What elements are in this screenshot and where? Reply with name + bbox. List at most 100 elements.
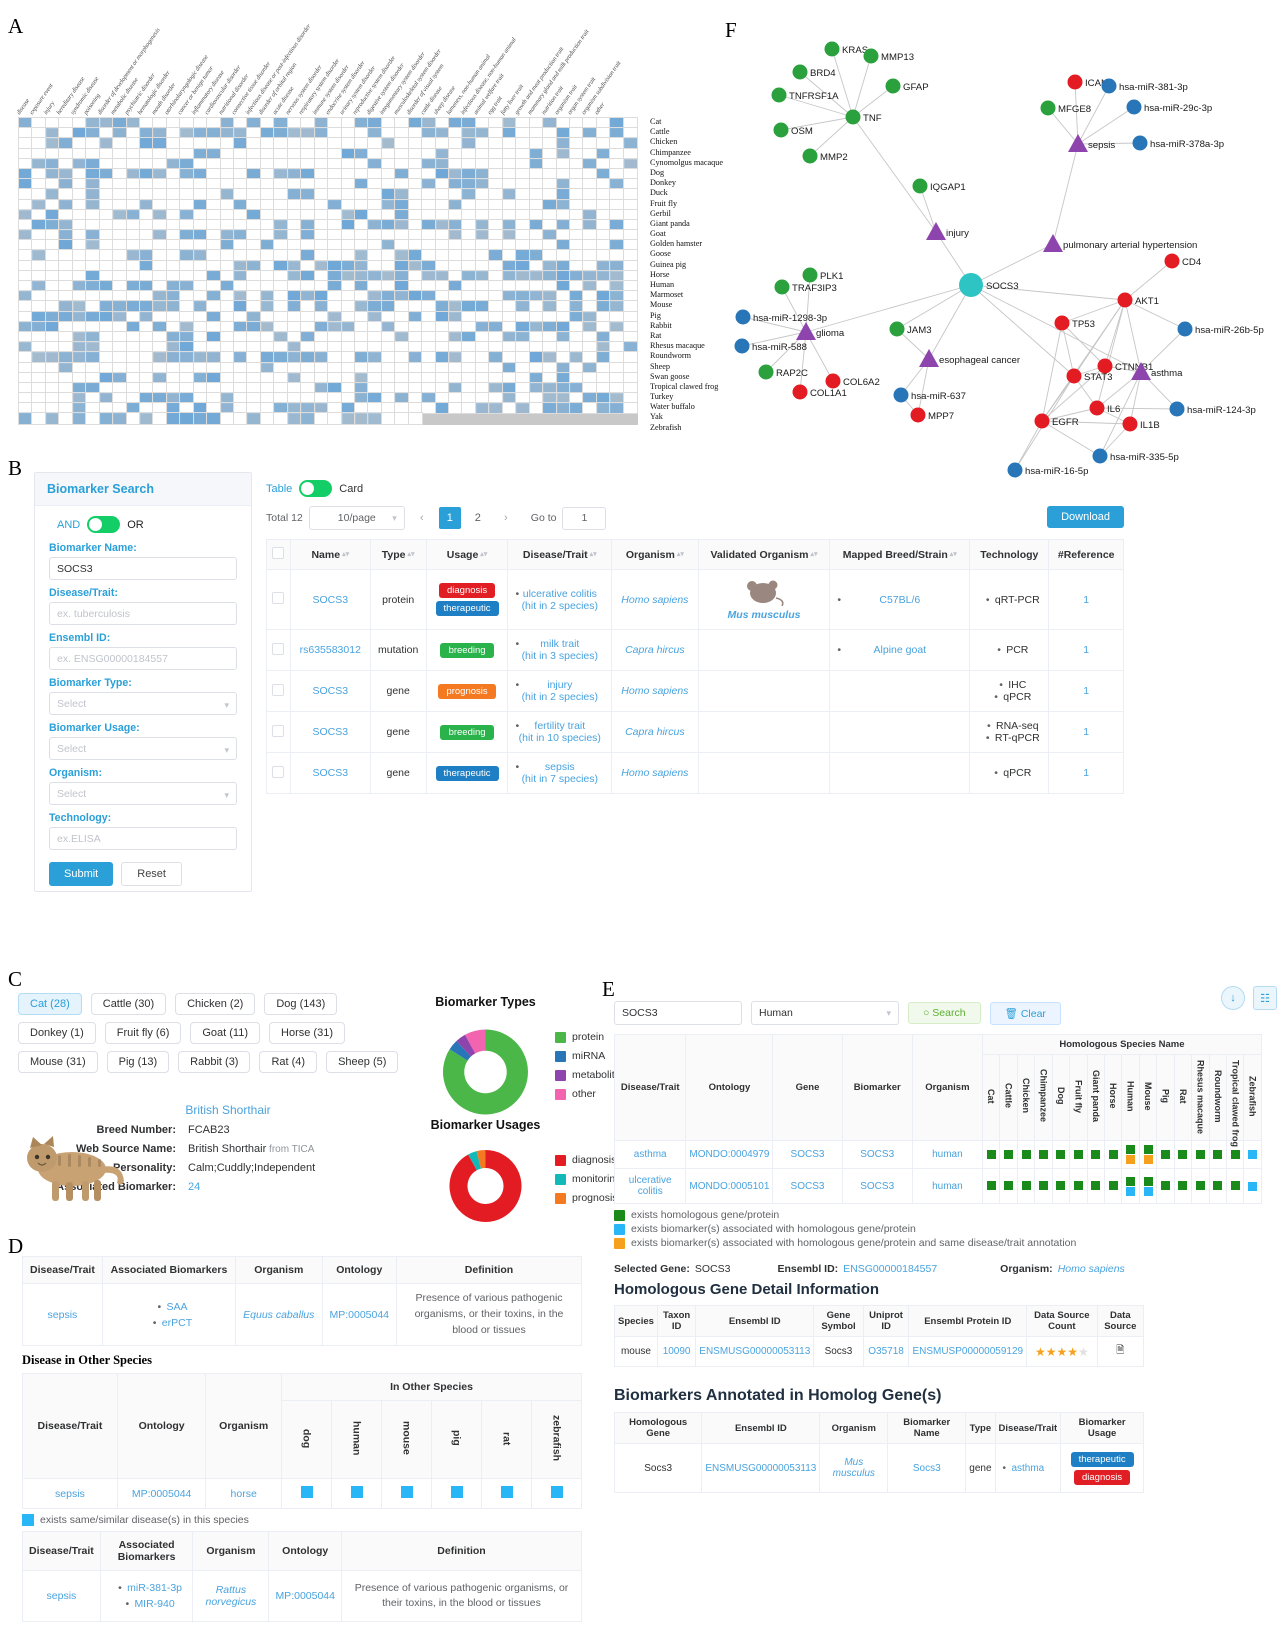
text-input-0[interactable] [49, 557, 237, 580]
biomarker-link[interactable]: rs635583012 [300, 644, 361, 656]
clipboard-icon[interactable]: 🗎 [1096, 1336, 1145, 1367]
table-row[interactable]: asthma MONDO:0004979 SOCS3 SOCS3 human [613, 1140, 1262, 1169]
network-node-miRNA[interactable] [734, 338, 750, 354]
breed-chip[interactable]: Pig (13) [106, 1051, 170, 1073]
breed-chip[interactable]: Cat (28) [18, 993, 82, 1015]
card-view-label[interactable]: Card [339, 483, 363, 495]
disease-link[interactable]: sepsis [48, 1309, 78, 1321]
organism-link[interactable]: Mus musculus [833, 1457, 875, 1479]
breed-chip[interactable]: Horse (31) [269, 1022, 345, 1044]
breed-chip[interactable]: Mouse (31) [18, 1051, 98, 1073]
network-node-miRNA[interactable] [893, 387, 909, 403]
row-checkbox[interactable] [272, 683, 285, 696]
ensembl-link[interactable]: ENSMUSG00000053113 [699, 1346, 810, 1357]
network-node-miRNA[interactable] [1101, 78, 1117, 94]
organism-link[interactable]: human [932, 1149, 963, 1160]
and-or-toggle-row[interactable]: AND OR [57, 516, 237, 533]
network-node-biomarker[interactable] [1164, 253, 1180, 269]
biomarker-link[interactable]: SAA [166, 1301, 187, 1313]
biomarker-link[interactable]: MIR-940 [134, 1598, 174, 1610]
network-node-biomarker[interactable] [1066, 368, 1082, 384]
biomarker-link[interactable]: SOCS3 [312, 594, 348, 606]
network-node-biomarker[interactable] [1117, 292, 1133, 308]
network-node-disease[interactable] [919, 349, 939, 367]
network-graph[interactable]: KRASMMP13BRD4GFAPTNFRSF1ATNFOSMMMP2IQGAP… [705, 4, 1285, 484]
select-input[interactable] [49, 692, 237, 715]
sort-icon[interactable]: ▴▾ [811, 551, 818, 558]
disease-link[interactable]: sepsis [47, 1590, 77, 1602]
network-node-gene[interactable] [771, 87, 787, 103]
breed-chip[interactable]: Fruit fly (6) [104, 1022, 182, 1044]
sort-icon[interactable]: ▴▾ [480, 551, 487, 558]
sort-icon[interactable]: ▴▾ [590, 551, 597, 558]
submit-button[interactable]: Submit [49, 862, 114, 886]
network-node-miRNA[interactable] [1177, 321, 1193, 337]
network-node-disease[interactable] [926, 222, 946, 240]
protein-link[interactable]: ENSMUSP00000059129 [912, 1346, 1023, 1357]
breed-info-text[interactable]: 24 [188, 1181, 200, 1193]
page-size-select[interactable]: 10/page ▾ [308, 506, 405, 530]
network-node-biomarker[interactable] [1054, 315, 1070, 331]
col-header[interactable]: Name ▴▾ [289, 539, 371, 570]
row-checkbox[interactable] [272, 592, 285, 604]
network-node-gene[interactable] [773, 122, 789, 138]
network-node-gene[interactable] [802, 267, 818, 283]
network-node-biomarker[interactable] [1122, 416, 1138, 432]
network-node-biomarker[interactable] [1089, 400, 1105, 416]
network-node-disease[interactable] [1043, 234, 1063, 252]
biomarker-link[interactable]: SOCS3 [312, 726, 348, 738]
biomarker-link[interactable]: SOCS3 [312, 685, 348, 697]
network-node-biomarker[interactable] [1067, 74, 1083, 90]
network-node-gene[interactable] [824, 41, 840, 57]
biomarker-link[interactable]: SOCS3 [860, 1181, 894, 1192]
gene-link[interactable]: SOCS3 [791, 1181, 825, 1192]
breed-chip[interactable]: Cattle (30) [90, 993, 167, 1015]
organism-link[interactable]: Capra hircus [625, 726, 685, 738]
next-page-button[interactable]: › [495, 507, 517, 529]
table-row[interactable]: ulcerative colitis MONDO:0005101 SOCS3 SOCS… [613, 1168, 1262, 1204]
text-input-2[interactable] [49, 647, 237, 670]
table-row[interactable]: SOCS3geneprognosisinjury(hit in 2 specie… [266, 670, 1124, 712]
network-node-gene[interactable] [885, 78, 901, 94]
reset-button[interactable]: Reset [121, 862, 182, 886]
col-header[interactable]: Technology [969, 539, 1050, 570]
goto-input[interactable]: 1 [562, 506, 607, 530]
reference-link[interactable]: 1 [1083, 767, 1089, 779]
sort-icon[interactable]: ▴▾ [342, 551, 349, 558]
biomarker-link[interactable]: SOCS3 [860, 1149, 894, 1160]
breed-chip[interactable]: Chicken (2) [175, 993, 256, 1015]
gene-link[interactable]: SOCS3 [791, 1149, 825, 1160]
network-node-gene[interactable] [792, 64, 808, 80]
ontology-link[interactable]: MONDO:0004979 [689, 1149, 769, 1160]
disease-link[interactable]: sepsis [55, 1488, 85, 1500]
reference-link[interactable]: 1 [1083, 726, 1089, 738]
row-checkbox[interactable] [272, 765, 285, 778]
validated-organism-link[interactable]: Mus musculus [703, 609, 826, 621]
table-row[interactable]: SOCS3genebreedingfertility trait(hit in … [266, 711, 1124, 753]
network-node-gene[interactable] [774, 279, 790, 295]
reference-link[interactable]: 1 [1083, 644, 1089, 656]
breed-link[interactable]: C57BL/6 [879, 594, 920, 606]
sort-icon[interactable]: ▴▾ [950, 551, 957, 558]
breed-link[interactable]: Alpine goat [874, 644, 927, 656]
network-node-query[interactable] [959, 273, 983, 297]
network-node-gene[interactable] [1040, 100, 1056, 116]
select-4[interactable]: ▾ [49, 737, 237, 760]
organism-link[interactable]: Homo sapiens [621, 594, 688, 606]
network-node-biomarker[interactable] [825, 373, 841, 389]
prev-page-button[interactable]: ‹ [411, 507, 433, 529]
table-card-toggle[interactable]: Table Card [266, 480, 1124, 497]
taxon-link[interactable]: 10090 [663, 1346, 691, 1357]
breed-chip[interactable]: Rat (4) [259, 1051, 318, 1073]
ontology-link[interactable]: MP:0005044 [132, 1488, 192, 1500]
breed-chip[interactable]: Dog (143) [264, 993, 338, 1015]
disease-link[interactable]: sepsis [512, 761, 607, 773]
breed-chip[interactable]: Donkey (1) [18, 1022, 96, 1044]
uniprot-link[interactable]: O35718 [868, 1346, 904, 1357]
page-button-1[interactable]: 1 [438, 507, 461, 529]
col-header[interactable]: Usage ▴▾ [425, 539, 509, 570]
biomarker-link[interactable]: SOCS3 [312, 767, 348, 779]
table-row[interactable]: SOCS3proteindiagnosistherapeuticulcerati… [266, 569, 1124, 630]
breed-name[interactable]: British Shorthair [48, 1103, 408, 1117]
organism-link[interactable]: Homo sapiens [621, 767, 688, 779]
